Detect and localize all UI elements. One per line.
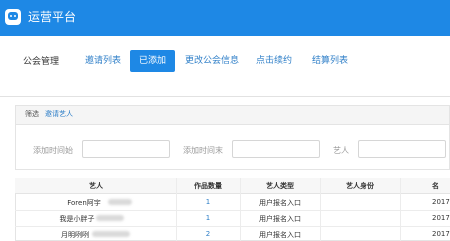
row-divider (15, 210, 450, 211)
table-header-row (15, 178, 450, 194)
cell-artist: 我是小胖子 (59, 215, 95, 223)
tab-added[interactable]: 已添加 (130, 50, 175, 72)
col-identity: 艺人身份 (346, 182, 374, 190)
invite-artist-link[interactable]: 邀请艺人 (45, 109, 73, 119)
tab-renew[interactable]: 点击续约 (256, 50, 292, 72)
cell-date: 2017- (432, 230, 450, 238)
tab-invite-list[interactable]: 邀请列表 (85, 50, 121, 72)
brand-title: 运营平台 (28, 10, 77, 24)
tab-edit-guild-info[interactable]: 更改公会信息 (185, 50, 239, 72)
redacted-text (92, 231, 130, 237)
robot-icon (5, 9, 21, 25)
cell-type: 用户报名入口 (259, 199, 301, 207)
col-artist: 艺人 (89, 182, 103, 190)
divider (0, 96, 450, 97)
cell-artist: 月明咧咧 (61, 231, 89, 239)
cell-date: 2017- (432, 198, 450, 206)
cell-works[interactable]: 1 (206, 198, 210, 206)
row-divider (15, 226, 450, 227)
redacted-text (108, 199, 132, 205)
cell-works[interactable]: 2 (206, 230, 210, 238)
cell-works[interactable]: 1 (206, 214, 210, 222)
filter-header (15, 105, 450, 125)
col-works: 作品数量 (194, 182, 222, 190)
artist-input[interactable] (358, 140, 446, 158)
col-added-time: 名 (432, 182, 439, 190)
redacted-text (96, 215, 124, 221)
cell-artist: Foren阿宇 (67, 199, 101, 207)
cell-type: 用户报名入口 (259, 215, 301, 223)
section-title: 公会管理 (23, 57, 60, 67)
end-time-input[interactable] (232, 140, 320, 158)
end-time-label: 添加时间末 (183, 146, 223, 155)
start-time-label: 添加时间始 (33, 146, 73, 155)
start-time-input[interactable] (82, 140, 170, 158)
cell-date: 2017- (432, 214, 450, 222)
col-type: 艺人类型 (266, 182, 294, 190)
cell-type: 用户报名入口 (259, 231, 301, 239)
tab-settlement-list[interactable]: 结算列表 (312, 50, 348, 72)
filter-label: 筛选 (25, 110, 39, 118)
artist-label: 艺人 (333, 146, 349, 155)
